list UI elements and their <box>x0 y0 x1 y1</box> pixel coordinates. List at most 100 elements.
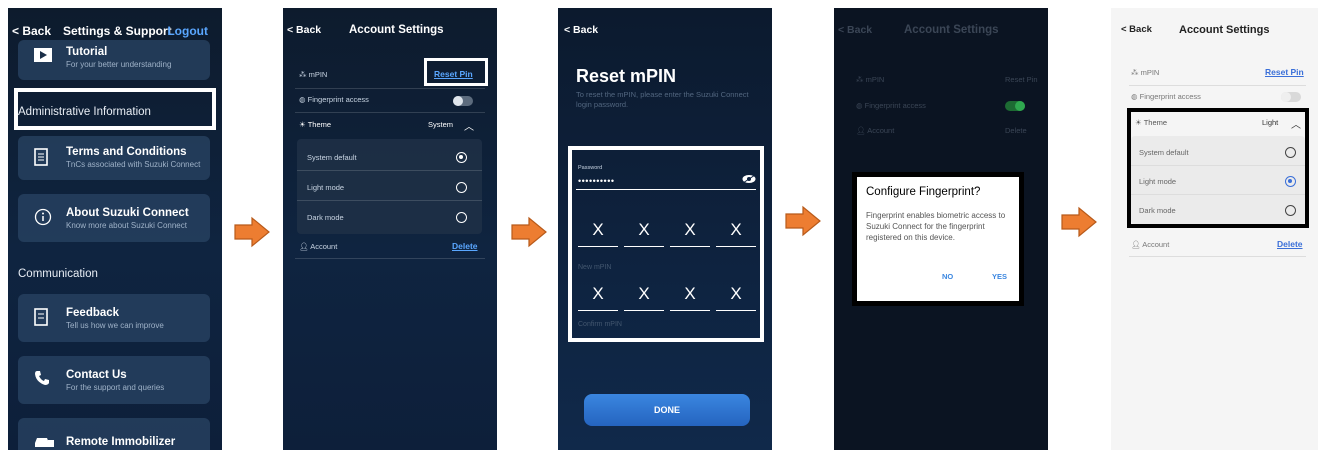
logout-button[interactable]: Logout <box>167 24 208 38</box>
about-subtitle: Know more about Suzuki Connect <box>66 221 187 230</box>
sun-icon: ☀ <box>299 120 306 129</box>
back-button[interactable]: < Back <box>838 24 872 36</box>
about-card[interactable]: About Suzuki Connect Know more about Suz… <box>18 194 210 242</box>
divider <box>297 170 482 171</box>
tutorial-card[interactable]: Tutorial For your better understanding <box>18 40 210 80</box>
mpin-row: ⁂ mPIN <box>856 75 884 84</box>
digit-underline <box>670 246 710 247</box>
fingerprint-toggle[interactable] <box>453 96 473 106</box>
person-icon: 👤︎ <box>1131 240 1141 249</box>
option-light-mode[interactable]: Light mode <box>1139 177 1176 186</box>
top-bar: < Back Account Settings <box>283 24 497 44</box>
person-icon: 👤︎ <box>299 242 309 251</box>
back-button[interactable]: < Back <box>12 24 51 38</box>
divider <box>1131 194 1305 195</box>
feedback-card[interactable]: Feedback Tell us how we can improve <box>18 294 210 342</box>
remote-card[interactable]: Remote Immobilizer <box>18 418 210 450</box>
mpin-row: ⁂ mPIN <box>1131 68 1159 77</box>
highlight-box <box>14 88 216 130</box>
theme-options-panel: System default Light mode Dark mode <box>1131 136 1305 224</box>
new-mpin-digit-1[interactable]: X <box>578 220 618 240</box>
terms-card[interactable]: Terms and Conditions TnCs associated wit… <box>18 136 210 180</box>
account-settings-light-screen: < Back Account Settings ⁂ mPIN Reset Pin… <box>1111 8 1318 450</box>
radio-system-default[interactable] <box>1285 147 1296 158</box>
theme-value: System <box>428 120 454 129</box>
digit-underline <box>716 310 756 311</box>
back-button[interactable]: < Back <box>564 24 598 36</box>
confirm-mpin-digit-4[interactable]: X <box>716 284 756 304</box>
option-dark-mode[interactable]: Dark mode <box>307 213 344 222</box>
new-mpin-digit-4[interactable]: X <box>716 220 756 240</box>
account-row: 👤︎ Account <box>1131 240 1169 249</box>
fingerprint-label: Fingerprint access <box>307 95 369 104</box>
account-label: Account <box>310 242 338 251</box>
tutorial-title: Tutorial <box>66 46 108 58</box>
account-row: 👤︎ Account <box>299 242 337 251</box>
delete-link[interactable]: Delete <box>1005 126 1027 135</box>
confirm-mpin-digit-2[interactable]: X <box>624 284 664 304</box>
chevron-up-icon[interactable]: ︿ <box>1291 116 1301 131</box>
back-button[interactable]: < Back <box>287 24 321 36</box>
feedback-icon <box>34 308 48 331</box>
divider <box>1129 85 1306 86</box>
confirm-mpin-digit-1[interactable]: X <box>578 284 618 304</box>
fingerprint-row: ◍ Fingerprint access <box>299 95 369 104</box>
theme-row[interactable]: ☀ Theme <box>299 120 331 129</box>
password-input[interactable]: •••••••••• <box>578 176 615 186</box>
delete-link[interactable]: Delete <box>452 241 478 251</box>
configure-fingerprint-dialog: Configure Fingerprint? Fingerprint enabl… <box>860 180 1016 298</box>
radio-light-mode[interactable] <box>456 182 467 193</box>
divider <box>295 88 485 89</box>
mpin-label: mPIN <box>865 75 885 84</box>
chevron-up-icon[interactable]: ︿ <box>464 118 474 133</box>
contact-card[interactable]: Contact Us For the support and queries <box>18 356 210 404</box>
yes-button[interactable]: YES <box>992 272 1007 281</box>
new-mpin-digit-3[interactable]: X <box>670 220 710 240</box>
radio-dark-mode[interactable] <box>456 212 467 223</box>
done-button[interactable]: DONE <box>584 394 750 426</box>
divider <box>1129 256 1306 257</box>
key-icon: ⁂ <box>1131 68 1139 77</box>
radio-light-mode[interactable] <box>1285 176 1296 187</box>
fingerprint-icon: ◍ <box>856 101 863 110</box>
theme-row[interactable]: ☀ Theme <box>1135 118 1167 127</box>
reset-pin-link[interactable]: Reset Pin <box>1265 67 1304 77</box>
page-title: Account Settings <box>349 24 444 36</box>
radio-system-default[interactable] <box>456 152 467 163</box>
no-button[interactable]: NO <box>942 272 953 281</box>
page-description: To reset the mPIN, please enter the Suzu… <box>576 90 749 109</box>
remote-title: Remote Immobilizer <box>66 436 176 448</box>
option-dark-mode[interactable]: Dark mode <box>1139 206 1176 215</box>
mpin-label: mPIN <box>308 70 328 79</box>
fingerprint-row: ◍ Fingerprint access <box>856 101 926 110</box>
option-light-mode[interactable]: Light mode <box>307 183 344 192</box>
divider <box>1131 165 1305 166</box>
back-button[interactable]: < Back <box>1121 24 1152 35</box>
account-label: Account <box>867 126 895 135</box>
password-label: Password <box>578 165 603 171</box>
key-icon: ⁂ <box>299 70 307 79</box>
fingerprint-label: Fingerprint access <box>1139 92 1201 101</box>
configure-fingerprint-screen: < Back Account Settings ⁂ mPIN Reset Pin… <box>834 8 1048 450</box>
arrow-right-icon <box>1061 206 1097 238</box>
mpin-row: ⁂ mPIN <box>299 70 327 79</box>
fingerprint-toggle[interactable] <box>1005 101 1025 111</box>
new-mpin-digit-2[interactable]: X <box>624 220 664 240</box>
confirm-mpin-digit-3[interactable]: X <box>670 284 710 304</box>
digit-underline <box>716 246 756 247</box>
account-settings-screen: < Back Account Settings ⁂ mPIN Reset Pin… <box>283 8 497 450</box>
digit-underline <box>670 310 710 311</box>
reset-pin-link[interactable]: Reset Pin <box>1005 75 1038 84</box>
fingerprint-toggle[interactable] <box>1281 92 1301 102</box>
mpin-label: mPIN <box>1140 68 1160 77</box>
radio-dark-mode[interactable] <box>1285 205 1296 216</box>
eye-icon[interactable] <box>742 174 756 187</box>
option-system-default[interactable]: System default <box>1139 148 1189 157</box>
option-system-default[interactable]: System default <box>307 153 357 162</box>
divider <box>297 200 482 201</box>
confirm-mpin-label: Confirm mPIN <box>578 321 622 328</box>
top-bar: < Back Account Settings <box>834 24 1048 44</box>
theme-label: Theme <box>1143 118 1168 127</box>
key-icon: ⁂ <box>856 75 864 84</box>
delete-link[interactable]: Delete <box>1277 239 1303 249</box>
